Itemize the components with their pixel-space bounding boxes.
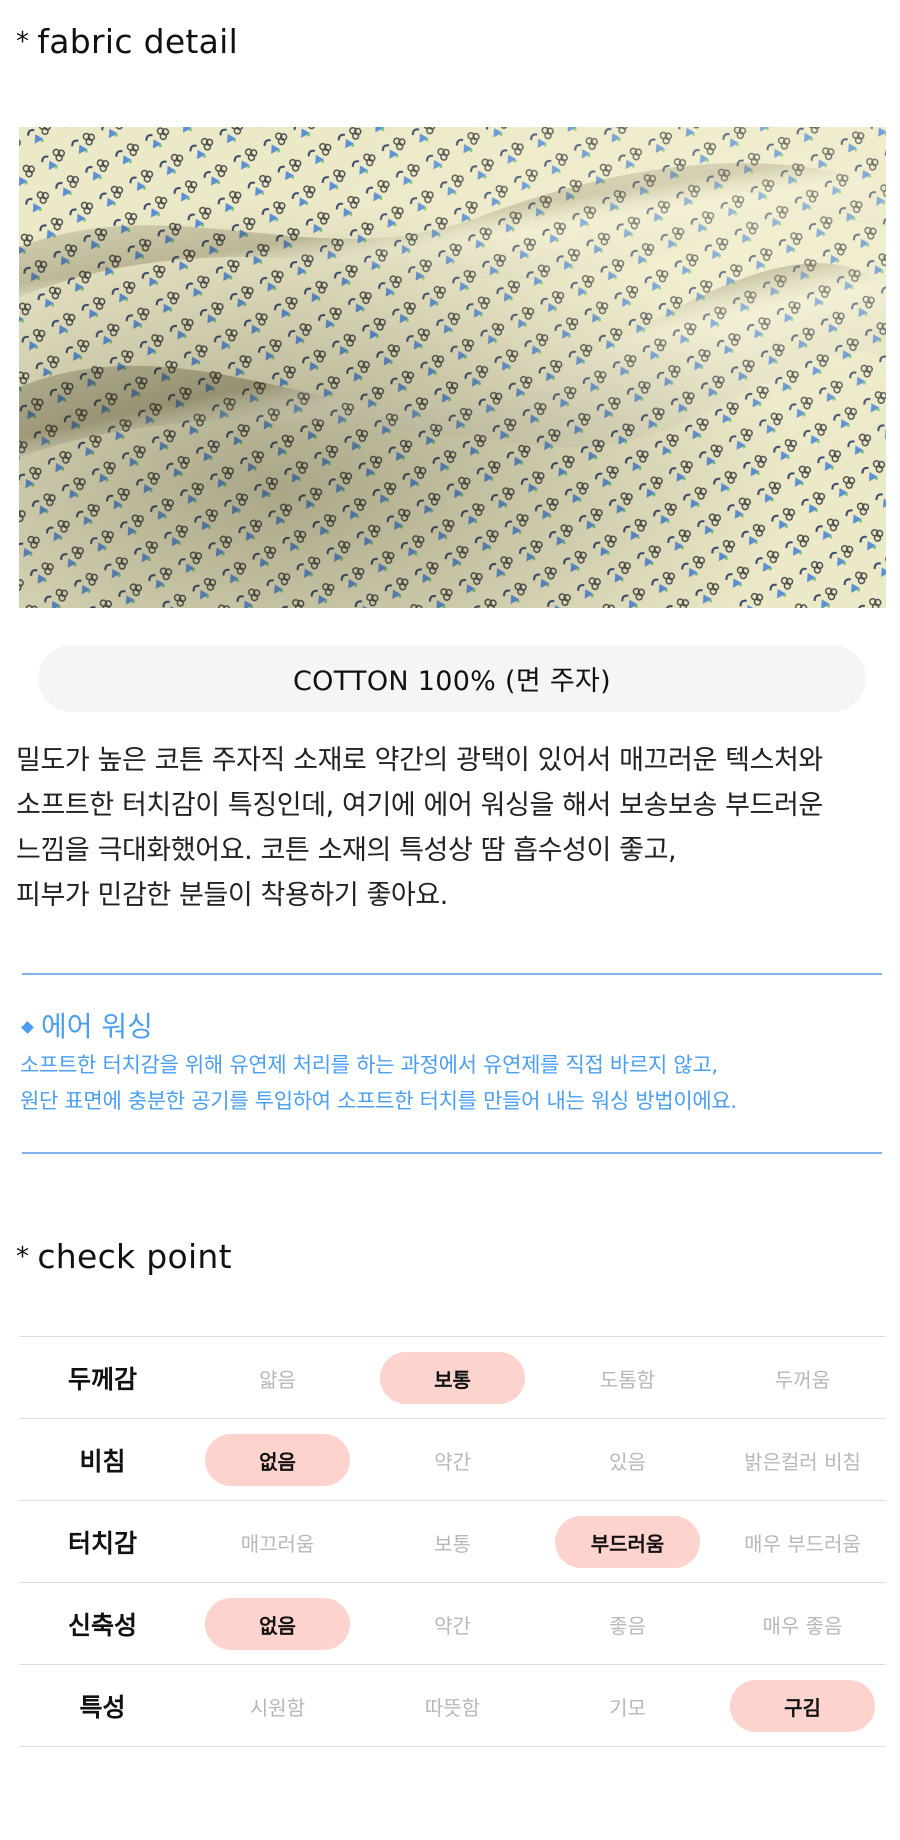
- option-chip: 두꺼움: [774, 1367, 831, 1392]
- divider: [22, 1152, 882, 1154]
- fabric-detail-heading: * fabric detail: [16, 22, 238, 61]
- description-line: 피부가 민감한 분들이 착용하기 좋아요.: [16, 880, 448, 911]
- option-chip: 밝은컬러 비침: [744, 1449, 861, 1474]
- asterisk-bullet: *: [16, 1242, 30, 1272]
- divider: [22, 973, 882, 975]
- option-chip: 있음: [609, 1449, 646, 1474]
- description-line: 소프트한 터치감이 특징인데, 여기에 에어 워싱을 해서 보송보송 부드러운: [16, 790, 823, 821]
- option-chip: 보통: [434, 1531, 471, 1556]
- description-line: 밀도가 높은 코튼 주자직 소재로 약간의 광택이 있어서 매끄러운 텍스처와: [16, 745, 823, 776]
- option-chip-selected: 보통: [380, 1352, 525, 1404]
- air-washing-note: 에어 워싱 소프트한 터치감을 위해 유연제 처리를 하는 과정에서 유연제를 …: [20, 1007, 890, 1119]
- row-label: 비침: [79, 1446, 126, 1476]
- check-row-sheerness: 비침 없음 약간 있음 밝은컬러 비침: [19, 1418, 886, 1500]
- material-badge: COTTON 100% (면 주자): [38, 645, 866, 712]
- diamond-bullet-icon: [21, 1020, 34, 1034]
- option-chip-selected: 없음: [205, 1434, 350, 1486]
- check-row-thickness: 두께감 얇음 보통 도톰함 두꺼움: [19, 1336, 886, 1418]
- option-chip: 기모: [609, 1695, 646, 1720]
- note-title: 에어 워싱: [41, 1010, 153, 1043]
- option-chip-selected: 없음: [205, 1598, 350, 1650]
- row-label: 터치감: [67, 1528, 137, 1558]
- note-line: 소프트한 터치감을 위해 유연제 처리를 하는 과정에서 유연제를 직접 바르지…: [20, 1053, 718, 1077]
- option-chip: 약간: [434, 1613, 471, 1638]
- row-label: 신축성: [67, 1610, 137, 1640]
- check-row-touch: 터치감 매끄러움 보통 부드러움 매우 부드러움: [19, 1500, 886, 1582]
- option-chip: 매우 부드러움: [744, 1531, 861, 1556]
- option-chip: 매우 좋음: [762, 1613, 843, 1638]
- note-heading: 에어 워싱: [20, 1007, 890, 1047]
- option-chip: 얇음: [259, 1367, 296, 1392]
- row-label: 특성: [79, 1692, 126, 1722]
- fabric-detail-title: fabric detail: [37, 22, 239, 61]
- option-chip: 도톰함: [599, 1367, 656, 1392]
- note-line: 원단 표면에 충분한 공기를 투입하여 소프트한 터치를 만들어 내는 워싱 방…: [20, 1089, 737, 1113]
- check-point-heading: * check point: [16, 1237, 232, 1276]
- fabric-description: 밀도가 높은 코튼 주자직 소재로 약간의 광택이 있어서 매끄러운 텍스처와 …: [16, 738, 896, 918]
- check-point-title: check point: [37, 1237, 232, 1276]
- option-chip: 시원함: [249, 1695, 306, 1720]
- option-chip: 매끄러움: [240, 1531, 315, 1556]
- option-chip: 약간: [434, 1449, 471, 1474]
- fabric-photo: [19, 127, 886, 608]
- row-label: 두께감: [67, 1364, 137, 1394]
- option-chip-selected: 구김: [730, 1680, 875, 1732]
- check-row-feature: 특성 시원함 따뜻함 기모 구김: [19, 1664, 886, 1747]
- asterisk-bullet: *: [16, 27, 30, 57]
- option-chip: 좋음: [609, 1613, 646, 1638]
- option-chip: 따뜻함: [424, 1695, 481, 1720]
- check-row-stretch: 신축성 없음 약간 좋음 매우 좋음: [19, 1582, 886, 1664]
- description-line: 느낌을 극대화했어요. 코튼 소재의 특성상 땀 흡수성이 좋고,: [16, 835, 677, 866]
- check-point-table: 두께감 얇음 보통 도톰함 두꺼움 비침 없음 약간 있음 밝은컬러 비침 터치…: [19, 1336, 886, 1747]
- option-chip-selected: 부드러움: [555, 1516, 700, 1568]
